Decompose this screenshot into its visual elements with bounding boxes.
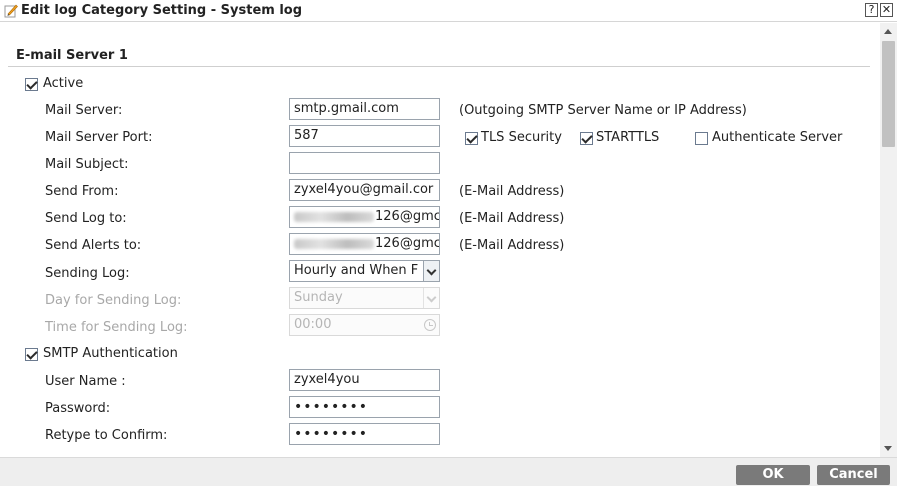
send-log-to-input[interactable]: 126@gmc: [289, 206, 440, 228]
send-log-to-label: Send Log to:: [45, 211, 127, 226]
send-from-input[interactable]: zyxel4you@gmail.cor: [289, 179, 440, 201]
dialog-footer: OK Cancel: [0, 457, 897, 486]
mail-subject-label: Mail Subject:: [45, 157, 129, 172]
authenticate-server-checkbox[interactable]: [695, 132, 708, 145]
mail-server-hint: (Outgoing SMTP Server Name or IP Address…: [459, 103, 747, 118]
send-log-to-hint: (E-Mail Address): [459, 211, 565, 226]
send-from-label: Send From:: [45, 184, 119, 199]
user-name-input[interactable]: zyxel4you: [289, 369, 440, 391]
send-alerts-to-label: Send Alerts to:: [45, 238, 142, 253]
tls-security-label: TLS Security: [481, 130, 562, 145]
scroll-up-icon[interactable]: [884, 29, 892, 34]
blurred-text: [294, 238, 374, 249]
section-divider: [8, 66, 870, 67]
send-alerts-to-input[interactable]: 126@gmc: [289, 233, 440, 255]
send-from-hint: (E-Mail Address): [459, 184, 565, 199]
active-checkbox[interactable]: [25, 78, 38, 91]
sending-log-label: Sending Log:: [45, 266, 130, 281]
retype-confirm-input[interactable]: ••••••••: [289, 423, 440, 445]
time-for-sending-log-value: 00:00: [294, 317, 332, 332]
close-button[interactable]: ✕: [880, 3, 893, 17]
dialog-content: E-mail Server 1 Active Mail Server: smtp…: [0, 23, 880, 457]
scroll-down-icon[interactable]: [884, 446, 892, 451]
send-alerts-to-hint: (E-Mail Address): [459, 238, 565, 253]
time-for-sending-log-label: Time for Sending Log:: [45, 320, 188, 335]
mail-server-port-label: Mail Server Port:: [45, 130, 153, 145]
sending-log-value: Hourly and When F: [294, 263, 419, 278]
day-for-sending-log-label: Day for Sending Log:: [45, 293, 182, 308]
chevron-down-icon: [423, 288, 439, 308]
chevron-down-icon[interactable]: [423, 261, 439, 281]
tls-security-checkbox[interactable]: [465, 132, 478, 145]
ok-button[interactable]: OK: [736, 465, 810, 485]
time-for-sending-log-input: 00:00: [289, 314, 440, 336]
dialog-title: Edit log Category Setting - System log: [21, 3, 303, 18]
send-alerts-to-value: 126@gmc: [375, 236, 440, 251]
user-name-label: User Name :: [45, 374, 126, 389]
mail-server-port-input[interactable]: 587: [289, 125, 440, 147]
edit-icon: [4, 4, 18, 18]
mail-subject-input[interactable]: [289, 152, 440, 174]
active-label: Active: [43, 76, 84, 91]
dialog-title-bar: Edit log Category Setting - System log ?…: [0, 0, 897, 22]
day-for-sending-log-value: Sunday: [294, 290, 343, 305]
cancel-button[interactable]: Cancel: [817, 465, 890, 485]
retype-confirm-label: Retype to Confirm:: [45, 428, 168, 443]
section-title: E-mail Server 1: [16, 48, 128, 63]
clock-icon: [424, 319, 436, 331]
password-input[interactable]: ••••••••: [289, 396, 440, 418]
mail-server-input[interactable]: smtp.gmail.com: [289, 98, 440, 120]
authenticate-server-label: Authenticate Server: [712, 130, 843, 145]
send-log-to-value: 126@gmc: [375, 209, 440, 224]
smtp-authentication-label: SMTP Authentication: [43, 346, 178, 361]
vertical-scrollbar[interactable]: [880, 23, 897, 457]
sending-log-select[interactable]: Hourly and When F: [289, 260, 440, 282]
password-label: Password:: [45, 401, 111, 416]
help-button[interactable]: ?: [865, 3, 878, 17]
starttls-checkbox[interactable]: [580, 132, 593, 145]
starttls-label: STARTTLS: [596, 130, 660, 145]
blurred-text: [294, 211, 374, 222]
smtp-authentication-checkbox[interactable]: [25, 348, 38, 361]
scrollbar-thumb[interactable]: [882, 41, 895, 147]
day-for-sending-log-select: Sunday: [289, 287, 440, 309]
mail-server-label: Mail Server:: [45, 103, 123, 118]
